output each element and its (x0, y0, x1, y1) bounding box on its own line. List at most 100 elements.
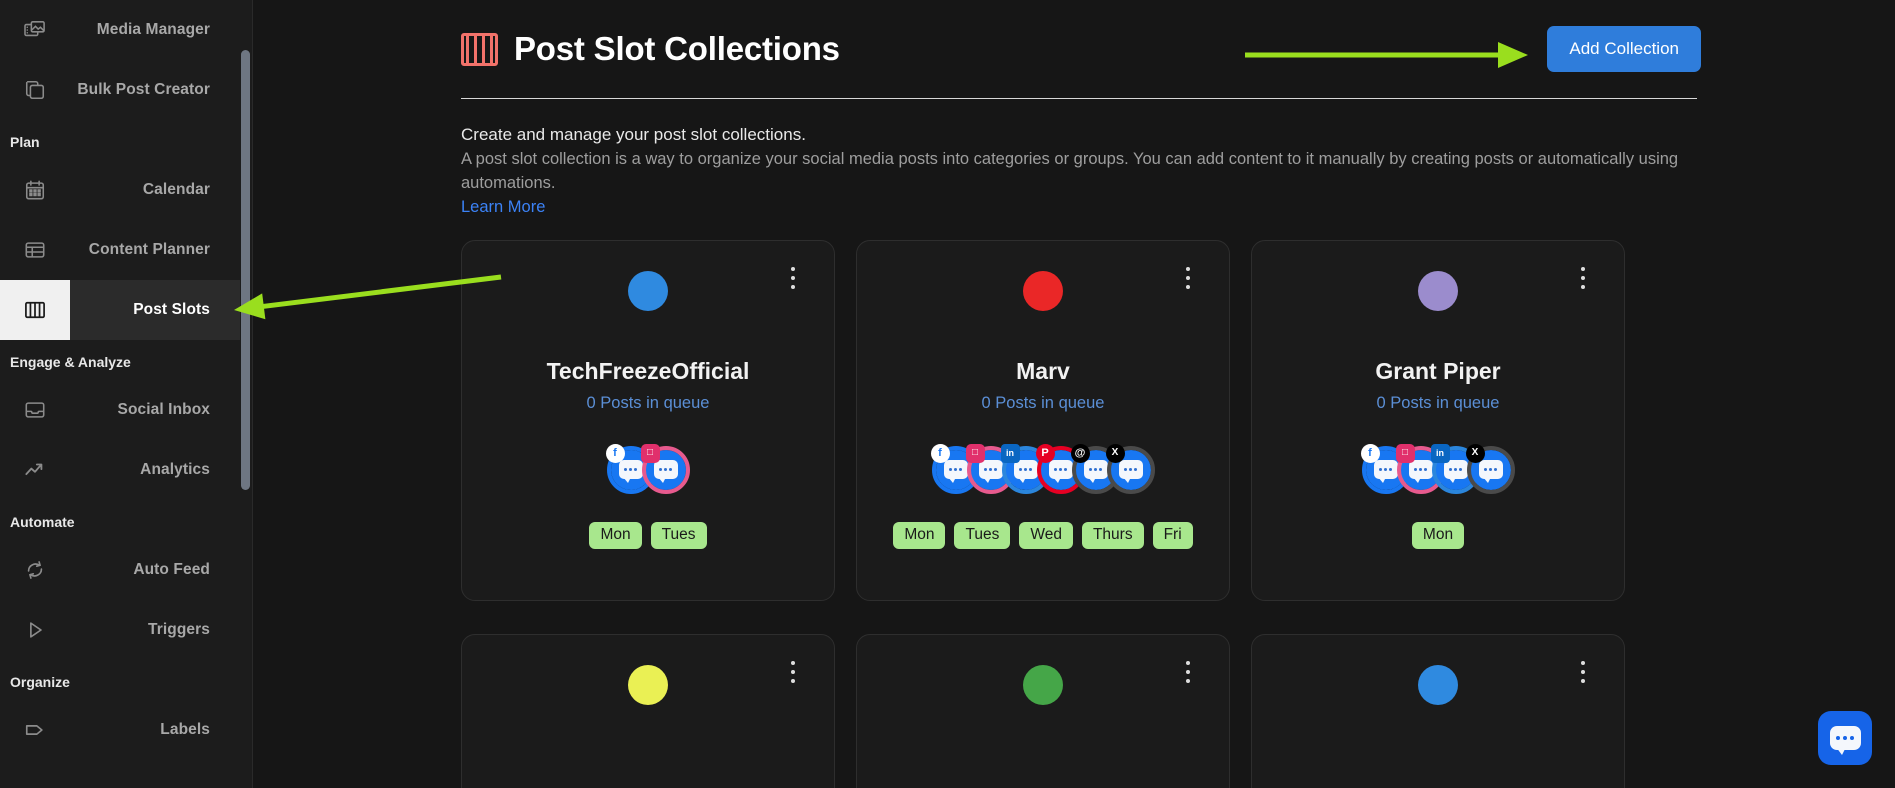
collection-card[interactable] (461, 633, 835, 788)
collection-name: Marv (1016, 357, 1070, 384)
instagram-icon: □ (1395, 443, 1415, 463)
sidebar-item-bulk-post-creator[interactable]: Bulk Post Creator (0, 60, 253, 120)
collection-card[interactable]: Grant Piper 0 Posts in queue f □ in X Mon (1251, 239, 1625, 601)
content-planner-icon (0, 220, 70, 280)
collection-card[interactable]: Marv 0 Posts in queue f □ in P @ X Mon Tues Wed Thu… (856, 239, 1230, 601)
bulk-post-creator-icon (0, 60, 70, 120)
calendar-icon (0, 160, 70, 220)
pinterest-icon: P (1035, 443, 1055, 463)
facebook-icon: f (1360, 443, 1380, 463)
sidebar-item-labels[interactable]: Labels (0, 700, 253, 760)
inbox-icon (0, 380, 70, 440)
sidebar-item-content-planner[interactable]: Content Planner (0, 220, 253, 280)
social-account-instagram[interactable]: □ (640, 443, 690, 494)
sidebar-section-automate: Automate (10, 514, 75, 530)
sidebar: Media Manager Bulk Post Creator Plan Calend… (0, 0, 253, 788)
collection-name: Grant Piper (1375, 357, 1501, 384)
sidebar-item-label: Bulk Post Creator (77, 81, 210, 98)
day-pill-list: Mon Tues Wed Thurs Fri (877, 521, 1208, 549)
day-pill[interactable]: Mon (893, 521, 946, 549)
sidebar-item-calendar[interactable]: Calendar (0, 160, 253, 220)
sidebar-section-engage-analyze: Engage & Analyze (10, 354, 131, 370)
instagram-icon: □ (965, 443, 985, 463)
play-icon (0, 600, 70, 660)
avatar (1418, 664, 1458, 705)
kebab-menu-icon[interactable] (784, 660, 802, 683)
linkedin-icon: in (1430, 443, 1450, 463)
day-pill[interactable]: Mon (589, 521, 642, 549)
sidebar-item-post-slots[interactable]: Post Slots (0, 280, 253, 340)
social-account-list: f □ (605, 443, 690, 494)
kebab-menu-icon[interactable] (1179, 266, 1197, 289)
description-lead: Create and manage your post slot collect… (461, 125, 806, 144)
kebab-menu-icon[interactable] (784, 266, 802, 289)
day-pill[interactable]: Thurs (1081, 521, 1144, 549)
sidebar-item-label: Social Inbox (117, 401, 210, 418)
avatar (1418, 270, 1458, 311)
kebab-menu-icon[interactable] (1574, 266, 1592, 289)
sidebar-item-label: Analytics (140, 461, 210, 478)
sidebar-item-label: Triggers (148, 621, 210, 638)
kebab-menu-icon[interactable] (1574, 660, 1592, 683)
collection-card[interactable] (856, 633, 1230, 788)
media-manager-icon (0, 0, 70, 60)
facebook-icon: f (930, 443, 950, 463)
sidebar-item-label: Content Planner (88, 241, 210, 258)
add-collection-button[interactable]: Add Collection (1547, 26, 1701, 72)
instagram-icon: □ (640, 443, 660, 463)
day-pill[interactable]: Tues (954, 521, 1011, 549)
sidebar-item-triggers[interactable]: Triggers (0, 600, 253, 660)
trend-up-icon (0, 440, 70, 500)
chat-support-button[interactable] (1818, 711, 1872, 765)
day-pill-list: Mon (1396, 521, 1480, 549)
page-title: Post Slot Collections (514, 30, 840, 67)
avatar (628, 270, 668, 311)
description-body: A post slot collection is a way to organ… (461, 149, 1679, 192)
social-account-x[interactable]: X (1465, 443, 1515, 494)
social-account-list: f □ in X (1360, 443, 1515, 494)
collection-card[interactable] (1251, 633, 1625, 788)
description-block: Create and manage your post slot collect… (461, 123, 1701, 217)
collection-name: TechFreezeOfficial (546, 357, 750, 384)
day-pill[interactable]: Tues (650, 521, 707, 549)
sidebar-item-auto-feed[interactable]: Auto Feed (0, 540, 253, 600)
queue-count[interactable]: 0 Posts in queue (587, 394, 710, 413)
day-pill[interactable]: Wed (1019, 521, 1073, 549)
sidebar-section-organize: Organize (10, 674, 70, 690)
day-pill[interactable]: Mon (1411, 521, 1465, 549)
queue-count[interactable]: 0 Posts in queue (982, 394, 1105, 413)
kebab-menu-icon[interactable] (1179, 660, 1197, 683)
avatar (628, 664, 668, 705)
refresh-icon (0, 540, 70, 600)
sidebar-item-label: Auto Feed (133, 561, 210, 578)
learn-more-link[interactable]: Learn More (461, 198, 545, 217)
sidebar-scrollbar-thumb[interactable] (241, 50, 250, 490)
page-header: Post Slot Collections Add Collection (461, 0, 1701, 72)
social-account-x[interactable]: X (1105, 443, 1155, 494)
title-group: Post Slot Collections (461, 30, 840, 68)
chat-bubble-icon (1829, 726, 1861, 755)
day-pill[interactable]: Fri (1152, 521, 1193, 549)
avatar (1023, 664, 1063, 705)
threads-icon: @ (1070, 443, 1090, 463)
collection-card-grid: TechFreezeOfficial 0 Posts in queue f □ Mon T… (461, 239, 1701, 788)
x-icon: X (1105, 443, 1125, 463)
main-content: Post Slot Collections Add Collection Cre… (253, 0, 1895, 788)
sidebar-item-label: Calendar (142, 181, 210, 198)
sidebar-nav-list: Media Manager Bulk Post Creator Plan Calend… (0, 0, 253, 760)
queue-count[interactable]: 0 Posts in queue (1377, 394, 1500, 413)
header-divider (461, 98, 1697, 99)
sidebar-section-plan: Plan (10, 134, 40, 150)
sidebar-item-analytics[interactable]: Analytics (0, 440, 253, 500)
collection-card[interactable]: TechFreezeOfficial 0 Posts in queue f □ Mon T… (461, 239, 835, 601)
sidebar-item-social-inbox[interactable]: Social Inbox (0, 380, 253, 440)
sidebar-item-label: Labels (160, 721, 210, 738)
day-pill-list: Mon Tues (573, 521, 722, 549)
linkedin-icon: in (1000, 443, 1020, 463)
sidebar-item-media-manager[interactable]: Media Manager (0, 0, 253, 60)
sidebar-scrollbar[interactable] (240, 0, 252, 788)
content-wrapper: Post Slot Collections Add Collection Cre… (461, 0, 1701, 788)
tag-icon (0, 700, 70, 760)
sidebar-item-label: Media Manager (96, 21, 210, 38)
facebook-icon: f (605, 443, 625, 463)
